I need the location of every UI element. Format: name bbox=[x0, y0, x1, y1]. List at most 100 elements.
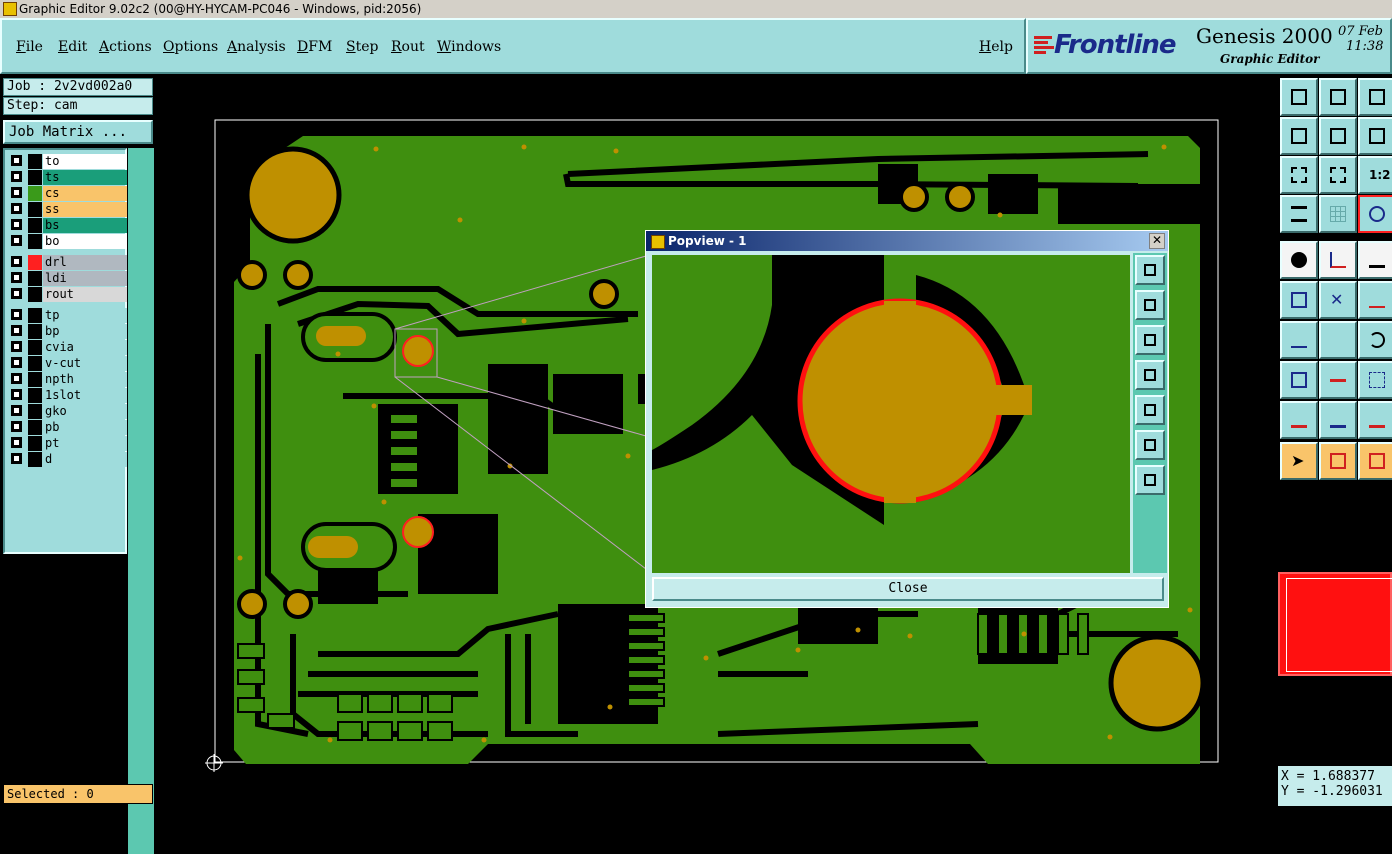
pad-shape-icon[interactable] bbox=[1280, 241, 1318, 279]
zoom-center-icon[interactable] bbox=[1319, 156, 1357, 194]
layer-name[interactable]: tp bbox=[43, 308, 127, 323]
layer-row-drl[interactable]: drl bbox=[9, 255, 127, 270]
layer-name[interactable]: cs bbox=[43, 186, 127, 201]
layer-checkbox[interactable] bbox=[11, 453, 22, 464]
menu-help[interactable]: Help bbox=[979, 39, 1013, 55]
menu-analysis[interactable]: Analysis bbox=[227, 39, 286, 55]
layer-name[interactable]: npth bbox=[43, 372, 127, 387]
layer-color-swatch[interactable] bbox=[28, 308, 42, 323]
layer-checkbox[interactable] bbox=[11, 421, 22, 432]
layer-name[interactable]: ts bbox=[43, 170, 127, 185]
zoom-out-icon[interactable] bbox=[1135, 465, 1165, 495]
pan-left-icon[interactable] bbox=[1135, 360, 1165, 390]
job-matrix-button[interactable]: Job Matrix ... bbox=[3, 120, 153, 144]
layer-color-swatch[interactable] bbox=[28, 287, 42, 302]
pan-down-icon[interactable] bbox=[1135, 325, 1165, 355]
layer-name[interactable]: bp bbox=[43, 324, 127, 339]
layer-color-swatch[interactable] bbox=[28, 372, 42, 387]
dimension-icon[interactable] bbox=[1358, 361, 1392, 399]
layer-color-swatch[interactable] bbox=[28, 356, 42, 371]
close-icon[interactable]: ✕ bbox=[1149, 233, 1165, 249]
layer-row-1slot[interactable]: 1slot bbox=[9, 388, 127, 403]
layer-checkbox[interactable] bbox=[11, 309, 22, 320]
layer-name[interactable]: to bbox=[43, 154, 127, 169]
layer-checkbox[interactable] bbox=[11, 272, 22, 283]
layer-color-swatch[interactable] bbox=[28, 186, 42, 201]
layer-checkbox[interactable] bbox=[11, 405, 22, 416]
menu-step[interactable]: Step bbox=[346, 39, 378, 55]
zoom-in-icon[interactable] bbox=[1135, 255, 1165, 285]
layer-row-pt[interactable]: pt bbox=[9, 436, 127, 451]
layer-scroll-strip[interactable] bbox=[128, 148, 154, 854]
layer-name[interactable]: drl bbox=[43, 255, 127, 270]
menu-edit[interactable]: Edit bbox=[58, 39, 87, 55]
zoom-1-2-icon[interactable]: 1:2 bbox=[1358, 156, 1392, 194]
triangle-outline-icon[interactable] bbox=[1319, 401, 1357, 439]
layer-name[interactable]: cvia bbox=[43, 340, 127, 355]
layer-row-bs[interactable]: bs bbox=[9, 218, 127, 233]
layer-checkbox[interactable] bbox=[11, 437, 22, 448]
snap-icon[interactable] bbox=[1358, 195, 1392, 233]
layer-row-pb[interactable]: pb bbox=[9, 420, 127, 435]
layer-row-bo[interactable]: bo bbox=[9, 234, 127, 249]
select-net-icon[interactable] bbox=[1358, 442, 1392, 480]
layer-name[interactable]: pt bbox=[43, 436, 127, 451]
layer-color-swatch[interactable] bbox=[28, 255, 42, 270]
menu-options[interactable]: Options bbox=[163, 39, 218, 55]
layer-row-rout[interactable]: rout bbox=[9, 287, 127, 302]
layer-row-bp[interactable]: bp bbox=[9, 324, 127, 339]
layer-checkbox[interactable] bbox=[11, 256, 22, 267]
pad-select-icon[interactable] bbox=[1280, 361, 1318, 399]
select-arrow-icon[interactable]: ➤ bbox=[1280, 442, 1318, 480]
overview-viewport[interactable] bbox=[1286, 578, 1392, 672]
split-line-icon[interactable] bbox=[1319, 361, 1357, 399]
line-tool-icon[interactable] bbox=[1319, 241, 1357, 279]
overview-map[interactable] bbox=[1278, 572, 1392, 676]
popview-zoom-view[interactable] bbox=[652, 255, 1130, 573]
layer-name[interactable]: rout bbox=[43, 287, 127, 302]
grid-icon[interactable] bbox=[1319, 195, 1357, 233]
layer-color-swatch[interactable] bbox=[28, 218, 42, 233]
select-box-icon[interactable] bbox=[1319, 442, 1357, 480]
layer-row-npth[interactable]: npth bbox=[9, 372, 127, 387]
layer-color-swatch[interactable] bbox=[28, 324, 42, 339]
layer-name[interactable]: 1slot bbox=[43, 388, 127, 403]
layer-row-ss[interactable]: ss bbox=[9, 202, 127, 217]
layer-name[interactable]: d bbox=[43, 452, 127, 467]
home-icon[interactable] bbox=[1358, 78, 1392, 116]
connect-icon[interactable] bbox=[1280, 281, 1318, 319]
delete-icon[interactable]: ✕ bbox=[1319, 281, 1357, 319]
diagonal-line-icon[interactable] bbox=[1319, 321, 1357, 359]
layer-color-swatch[interactable] bbox=[28, 436, 42, 451]
arc-tool-icon[interactable] bbox=[1358, 321, 1392, 359]
menu-dfm[interactable]: DFM bbox=[297, 39, 332, 55]
layer-checkbox[interactable] bbox=[11, 219, 22, 230]
layer-name[interactable]: v-cut bbox=[43, 356, 127, 371]
measure-tool-icon[interactable] bbox=[1280, 195, 1318, 233]
layer-color-swatch[interactable] bbox=[28, 420, 42, 435]
layer-row-tp[interactable]: tp bbox=[9, 308, 127, 323]
layer-name[interactable]: ss bbox=[43, 202, 127, 217]
layer-row-cs[interactable]: cs bbox=[9, 186, 127, 201]
layer-checkbox[interactable] bbox=[11, 235, 22, 246]
layer-name[interactable]: bs bbox=[43, 218, 127, 233]
zoom-fit-all-icon[interactable] bbox=[1280, 156, 1318, 194]
layer-row-to[interactable]: to bbox=[9, 154, 127, 169]
undo-view-icon[interactable] bbox=[1358, 117, 1392, 155]
triangle-fill-icon[interactable] bbox=[1280, 401, 1318, 439]
menu-file[interactable]: File bbox=[16, 39, 43, 55]
layer-checkbox[interactable] bbox=[11, 373, 22, 384]
layer-checkbox[interactable] bbox=[11, 187, 22, 198]
popview-title-bar[interactable]: Popview - 1 ✕ bbox=[646, 231, 1168, 251]
layer-color-swatch[interactable] bbox=[28, 340, 42, 355]
layer-row-ts[interactable]: ts bbox=[9, 170, 127, 185]
step-down-icon[interactable] bbox=[1319, 78, 1357, 116]
popview-close-button[interactable]: Close bbox=[652, 577, 1164, 601]
layer-color-swatch[interactable] bbox=[28, 170, 42, 185]
layer-checkbox[interactable] bbox=[11, 203, 22, 214]
layer-checkbox[interactable] bbox=[11, 171, 22, 182]
move-point-icon[interactable] bbox=[1358, 281, 1392, 319]
layer-checkbox[interactable] bbox=[11, 288, 22, 299]
ruler-icon[interactable] bbox=[1358, 241, 1392, 279]
angle-tool-icon[interactable] bbox=[1280, 321, 1318, 359]
